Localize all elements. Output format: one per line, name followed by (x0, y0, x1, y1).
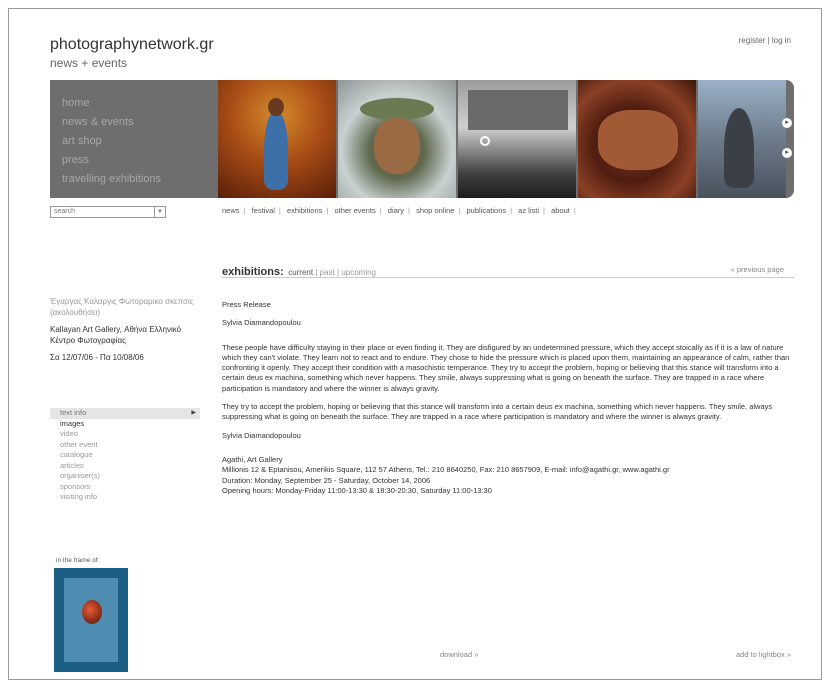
nav-sep: | (573, 206, 576, 215)
face-shape (374, 118, 420, 174)
book-cover-image[interactable] (54, 568, 128, 672)
add-to-lightbox-link[interactable]: add to lightbox » (736, 650, 791, 659)
nav-about[interactable]: about (551, 206, 570, 215)
login-link[interactable]: log in (772, 36, 791, 45)
chevron-down-icon[interactable]: ▼ (154, 207, 165, 217)
book-cover-object (82, 600, 102, 624)
section-header: exhibitions: current | past | upcoming «… (222, 262, 794, 278)
site-title[interactable]: photographynetwork.gr (50, 36, 214, 54)
nav-shop-online[interactable]: shop online (416, 206, 454, 215)
author-top: Sylvia Diamandopoulou (222, 318, 301, 328)
nav-sep: | (458, 206, 461, 215)
banner-photo-street[interactable] (458, 80, 576, 198)
exhibit-menu-label: text info (60, 408, 87, 417)
auth-links: register | log in (739, 36, 791, 45)
wheel-shape (480, 136, 490, 146)
exhibit-menu-organisers[interactable]: organiser(s) (50, 471, 200, 482)
main-menu: home news & events art shop press travel… (62, 94, 161, 189)
exhibit-menu-text-info[interactable]: text info ▶ (50, 408, 200, 419)
hat-shape (360, 98, 434, 120)
gallery-name: Agathi, Art Gallery (222, 454, 283, 464)
banner-next-arrow-icon[interactable]: ▸ (782, 118, 792, 128)
author-bottom: Sylvia Diamandopoulou (222, 430, 301, 440)
nav-exhibitions[interactable]: exhibitions (287, 206, 322, 215)
section-title: exhibitions: (222, 266, 284, 278)
gallery-address: Millionis 12 & Eptanisou, Amerikis Squar… (222, 465, 670, 475)
filter-current[interactable]: current (288, 268, 313, 277)
search-label: search (54, 208, 76, 215)
main-menu-art-shop[interactable]: art shop (62, 132, 161, 151)
main-menu-news-events[interactable]: news & events (62, 113, 161, 132)
top-nav: news | festival | exhibitions | other event… (222, 206, 580, 215)
site-subtitle: news + events (50, 56, 128, 70)
filter-past[interactable]: past (320, 268, 335, 277)
nav-az-listi[interactable]: az listi (518, 206, 539, 215)
figure-head (268, 98, 284, 116)
nav-sep: | (243, 206, 246, 215)
exhibit-venue: Kallayan Art Gallery, Αθήνα Ελληνικό Κέν… (50, 325, 182, 345)
nav-sep: | (543, 206, 545, 215)
nav-news[interactable]: news (222, 206, 240, 215)
nav-diary[interactable]: diary (388, 206, 404, 215)
nav-festival[interactable]: festival (252, 206, 275, 215)
arrow-right-icon: ▶ (191, 410, 196, 416)
main-menu-travelling-exhibitions[interactable]: travelling exhibitions (62, 170, 161, 189)
paragraph-1: These people have difficulty staying in … (222, 342, 790, 393)
statue-shape (724, 108, 754, 188)
main-menu-home[interactable]: home (62, 94, 161, 113)
nav-sep: | (510, 206, 513, 215)
filter-upcoming[interactable]: upcoming (341, 268, 376, 277)
main-menu-press[interactable]: press (62, 151, 161, 170)
exhibit-menu-sponsors[interactable]: sponsors (50, 482, 200, 493)
register-link[interactable]: register (739, 36, 766, 45)
search-select[interactable]: search ▼ (50, 206, 166, 218)
auth-separator: | (767, 36, 770, 45)
nav-publications[interactable]: publications (467, 206, 507, 215)
banner-photo-hands[interactable] (578, 80, 696, 198)
banner-photo-hat[interactable] (338, 80, 456, 198)
nav-other-events[interactable]: other events (334, 206, 375, 215)
banner-prev-arrow-icon[interactable]: ▸ (782, 148, 792, 158)
nav-sep: | (278, 206, 281, 215)
building-shape (468, 90, 568, 130)
exhibit-duration: Duration: Monday, September 25 - Saturda… (222, 475, 431, 485)
press-release-content: Press Release Sylvia Diamandopoulou Thes… (222, 300, 792, 496)
download-link[interactable]: download » (440, 650, 478, 659)
section-filters: current | past | upcoming (288, 268, 376, 277)
banner: home news & events art shop press travel… (50, 80, 794, 198)
exhibit-greek-subtitle: (ακολουθήσει) (50, 308, 101, 317)
exhibit-menu-video[interactable]: video (50, 429, 200, 440)
nav-sep: | (326, 206, 329, 215)
press-release-heading: Press Release (222, 300, 271, 309)
exhibit-menu: text info ▶ images video other event cata… (50, 408, 200, 503)
paragraph-2: They try to accept the problem, hoping o… (222, 402, 773, 422)
exhibit-menu-images[interactable]: images (50, 419, 200, 430)
nav-sep: | (379, 206, 382, 215)
exhibit-menu-other-event[interactable]: other event (50, 440, 200, 451)
exhibit-menu-visiting-info[interactable]: visiting info (50, 492, 200, 503)
banner-photo-statue[interactable] (698, 80, 786, 198)
opening-hours: Opening hours: Monday-Friday 11:00-13:30… (222, 485, 492, 495)
exhibit-menu-articles[interactable]: articles (50, 461, 200, 472)
nav-sep: | (408, 206, 410, 215)
exhibit-menu-catalogue[interactable]: catalogue (50, 450, 200, 461)
previous-page-link[interactable]: « previous page (731, 265, 784, 274)
figure-shape (264, 110, 288, 190)
exhibit-greek-title: Έγαργας Καλαργις Φωτοραμικο σκεπσις (50, 297, 194, 306)
exhibit-dates: Σα 12/07/06 - Πα 10/08/06 (50, 353, 144, 362)
filter-sep: | (315, 268, 318, 277)
in-the-frame-label: in the frame of: (56, 557, 100, 564)
filter-sep: | (337, 268, 340, 277)
gallery-details: Agathi, Art Gallery Millionis 12 & Eptan… (222, 455, 792, 496)
hands-shape (598, 110, 678, 170)
banner-photo-child[interactable] (218, 80, 336, 198)
exhibit-info: Έγαργας Καλαργις Φωτοραμικο σκεπσις (ακο… (50, 296, 200, 363)
